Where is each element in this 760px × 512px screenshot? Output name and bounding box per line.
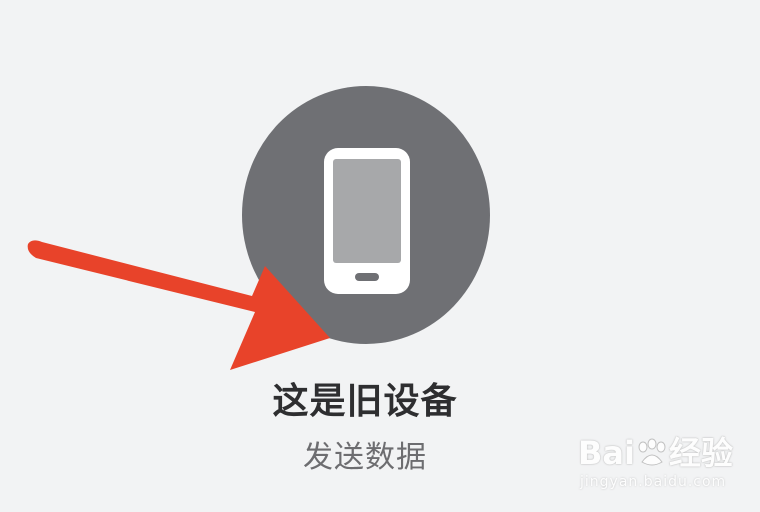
paw-icon bbox=[638, 438, 666, 466]
option-subtitle: 发送数据 bbox=[303, 440, 427, 475]
baidu-jingyan-watermark: Bai 经验 jingyan.baidu.com bbox=[578, 428, 748, 498]
old-device-option[interactable]: 这是旧设备 发送数据 bbox=[200, 86, 530, 476]
phone-icon bbox=[324, 148, 410, 294]
watermark-url: jingyan.baidu.com bbox=[580, 474, 727, 490]
option-title: 这是旧设备 bbox=[272, 381, 458, 422]
watermark-brand: Bai 经验 bbox=[578, 428, 733, 474]
watermark-brand-prefix: Bai bbox=[578, 434, 635, 472]
screen: 这是旧设备 发送数据 Bai 经验 jingyan.baidu.com bbox=[0, 0, 760, 512]
watermark-brand-suffix: 经验 bbox=[668, 434, 733, 472]
device-circle[interactable] bbox=[242, 86, 490, 344]
